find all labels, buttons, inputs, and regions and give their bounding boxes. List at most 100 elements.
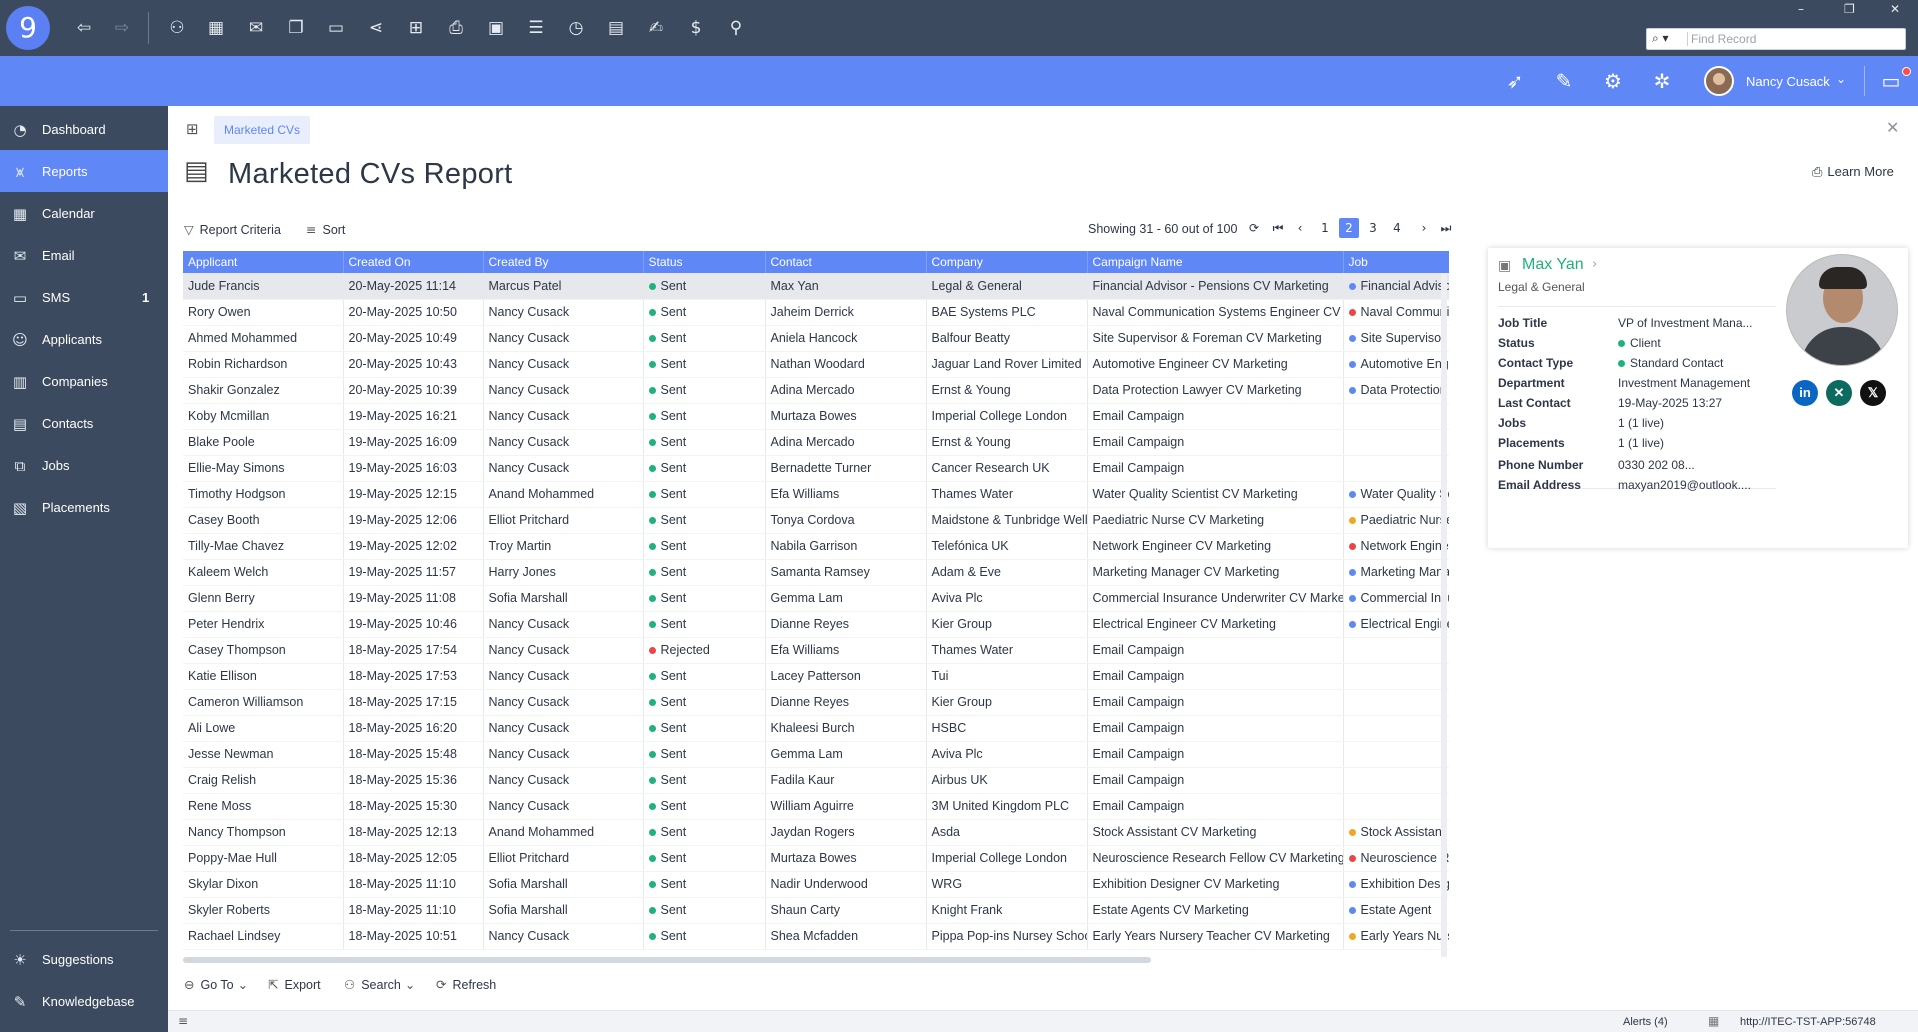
table-row[interactable]: Craig Relish 18-May-2025 15:36 Nancy Cusac… (183, 767, 1449, 794)
window-add-icon[interactable]: ⊞ (404, 16, 428, 40)
settings-gear-icon[interactable]: ✲ (1649, 68, 1675, 94)
table-row[interactable]: Katie Ellison 18-May-2025 17:53 Nancy Cusa… (183, 663, 1449, 690)
page-1[interactable]: 1 (1315, 218, 1335, 238)
learn-more-button[interactable]: ⎙ Learn More (1812, 164, 1894, 180)
page-4[interactable]: 4 (1387, 218, 1407, 238)
first-page-icon[interactable]: ⏮ (1268, 218, 1288, 238)
table-row[interactable]: Tilly-Mae Chavez 19-May-2025 12:02 Troy Ma… (183, 533, 1449, 560)
alerts-link[interactable]: Alerts (4) (1623, 1016, 1668, 1028)
page-2[interactable]: 2 (1339, 218, 1359, 238)
calendar-add-icon[interactable]: ▦ (204, 16, 228, 40)
xing-icon[interactable]: ✕ (1826, 380, 1852, 406)
minimize-button[interactable]: – (1798, 2, 1804, 16)
sort-button[interactable]: ≡ Sort (306, 222, 345, 237)
table-row[interactable]: Poppy-Mae Hull 18-May-2025 12:05 Elliot Pr… (183, 845, 1449, 872)
sidebar-item-suggestions[interactable]: ☀ Suggestions (0, 938, 168, 980)
table-row[interactable]: Ali Lowe 18-May-2025 16:20 Nancy Cusack Sen… (183, 715, 1449, 742)
sidebar-item-companies[interactable]: ▥ Companies (0, 360, 168, 402)
org-chart-icon[interactable]: ⚲ (724, 16, 748, 40)
table-row[interactable]: Koby Mcmillan 19-May-2025 16:21 Nancy Cusa… (183, 403, 1449, 430)
messages-icon[interactable]: ❐ (284, 16, 308, 40)
app-logo[interactable]: 9 (6, 6, 50, 50)
send-mail-icon[interactable]: ✉ (244, 16, 268, 40)
sidebar-item-reports[interactable]: ⩙ Reports (0, 150, 168, 192)
column-header[interactable]: Campaign Name (1087, 251, 1344, 273)
table-row[interactable]: Cameron Williamson 18-May-2025 17:15 Nancy… (183, 689, 1449, 716)
user-avatar[interactable] (1704, 66, 1734, 96)
table-row[interactable]: Glenn Berry 19-May-2025 11:08 Sofia Marsha… (183, 585, 1449, 612)
column-header[interactable]: Job (1343, 251, 1449, 273)
find-record-input[interactable] (1691, 31, 1901, 47)
sidebar-item-placements[interactable]: ▧ Placements (0, 486, 168, 528)
restore-button[interactable]: ❐ (1844, 2, 1855, 16)
column-header[interactable]: Company (926, 251, 1088, 273)
search-icon[interactable]: ⌕ ▾ (1652, 31, 1669, 46)
refresh-button[interactable]: ⟳ Refresh (436, 977, 496, 992)
document-currency-icon[interactable]: $ (684, 16, 708, 40)
table-row[interactable]: Skyler Roberts 18-May-2025 11:10 Sofia Mar… (183, 897, 1449, 924)
table-row[interactable]: Nancy Thompson 18-May-2025 12:13 Anand Moh… (183, 819, 1449, 846)
contact-name-link[interactable]: Max Yan (1522, 256, 1584, 274)
table-row[interactable]: Robin Richardson 20-May-2025 10:43 Nancy C… (183, 351, 1449, 378)
tab-marketed-cvs[interactable]: Marketed CVs (214, 116, 311, 144)
sidebar-item-calendar[interactable]: ▦ Calendar (0, 192, 168, 234)
menu-icon[interactable]: ≡ (178, 1014, 188, 1028)
sidebar-item-contacts[interactable]: ▤ Contacts (0, 402, 168, 444)
prev-page-icon[interactable]: ‹ (1290, 218, 1310, 238)
signature-icon[interactable]: ✍ (644, 16, 668, 40)
phone-number-value[interactable]: 0330 202 08... (1618, 458, 1695, 472)
column-header[interactable]: Applicant (183, 251, 344, 273)
table-row[interactable]: Rory Owen 20-May-2025 10:50 Nancy Cusack Se… (183, 299, 1449, 326)
refresh-icon[interactable]: ⟳ (1244, 218, 1264, 238)
table-row[interactable]: Skylar Dixon 18-May-2025 11:10 Sofia Marsh… (183, 871, 1449, 898)
gears-icon[interactable]: ⚙ (1600, 68, 1626, 94)
list-document-icon[interactable]: ☰ (524, 16, 548, 40)
clock-window-icon[interactable]: ◷ (564, 16, 588, 40)
share-icon[interactable]: ⋖ (364, 16, 388, 40)
last-page-icon[interactable]: ⏭ (1436, 218, 1456, 238)
email-address-value[interactable]: maxyan2019@outlook.... (1618, 478, 1751, 492)
export-button[interactable]: ⇱ Export (268, 977, 321, 992)
horizontal-scrollbar[interactable] (183, 957, 1151, 963)
notifications-monitor-icon[interactable]: ▭ (1878, 68, 1904, 94)
table-row[interactable]: Rachael Lindsey 18-May-2025 10:51 Nancy Cu… (183, 923, 1449, 950)
search-button[interactable]: ⚇ Search ⌄ (344, 977, 421, 992)
column-header[interactable]: Created By (483, 251, 644, 273)
rocket-icon[interactable]: ➶ (1502, 68, 1528, 94)
page-3[interactable]: 3 (1363, 218, 1383, 238)
pin-icon[interactable]: ✎ (1551, 68, 1577, 94)
table-row[interactable]: Peter Hendrix 19-May-2025 10:46 Nancy Cusa… (183, 611, 1449, 638)
close-window-button[interactable]: ✕ (1890, 2, 1900, 16)
x-twitter-icon[interactable]: 𝕏 (1860, 380, 1886, 406)
sidebar-item-dashboard[interactable]: ◔ Dashboard (0, 108, 168, 150)
report-criteria-button[interactable]: ▽ Report Criteria (184, 222, 281, 237)
table-row[interactable]: Kaleem Welch 19-May-2025 11:57 Harry Jones… (183, 559, 1449, 586)
monitor-icon[interactable]: ▭ (324, 16, 348, 40)
table-row[interactable]: Jude Francis 20-May-2025 11:14 Marcus Pate… (183, 273, 1449, 300)
table-row[interactable]: Jesse Newman 18-May-2025 15:48 Nancy Cusac… (183, 741, 1449, 768)
sidebar-item-applicants[interactable]: ☺ Applicants (0, 318, 168, 360)
notes-icon[interactable]: ▤ (604, 16, 628, 40)
sidebar-item-knowledgebase[interactable]: ✎ Knowledgebase (0, 980, 168, 1022)
table-row[interactable]: Blake Poole 19-May-2025 16:09 Nancy Cusack… (183, 429, 1449, 456)
sidebar-item-sms[interactable]: ▭ SMS 1 (0, 276, 168, 318)
table-row[interactable]: Casey Booth 19-May-2025 12:06 Elliot Pritc… (183, 507, 1449, 534)
forward-arrow-icon[interactable]: ⇨ (110, 16, 134, 40)
document-image-icon[interactable]: ▣ (484, 16, 508, 40)
table-row[interactable]: Rene Moss 18-May-2025 15:30 Nancy Cusack Se… (183, 793, 1449, 820)
next-page-icon[interactable]: › (1414, 218, 1434, 238)
goto-button[interactable]: ⊖ Go To ⌄ (184, 977, 254, 992)
table-row[interactable]: Shakir Gonzalez 20-May-2025 10:39 Nancy Cu… (183, 377, 1449, 404)
table-row[interactable]: Casey Thompson 18-May-2025 17:54 Nancy Cus… (183, 637, 1449, 664)
linkedin-icon[interactable]: in (1792, 380, 1818, 406)
binoculars-icon[interactable]: ⚇ (165, 16, 189, 40)
chevron-right-icon[interactable]: › (1592, 257, 1597, 272)
close-icon[interactable]: ✕ (1886, 118, 1899, 137)
back-arrow-icon[interactable]: ⇦ (72, 16, 96, 40)
document-search-icon[interactable]: ⎙ (444, 16, 468, 40)
table-row[interactable]: Ellie-May Simons 19-May-2025 16:03 Nancy C… (183, 455, 1449, 482)
chevron-down-icon[interactable]: ⌄ (1836, 72, 1846, 86)
user-name[interactable]: Nancy Cusack (1746, 74, 1830, 89)
column-header[interactable]: Contact (765, 251, 927, 273)
table-row[interactable]: Ahmed Mohammed 20-May-2025 10:49 Nancy Cus… (183, 325, 1449, 352)
